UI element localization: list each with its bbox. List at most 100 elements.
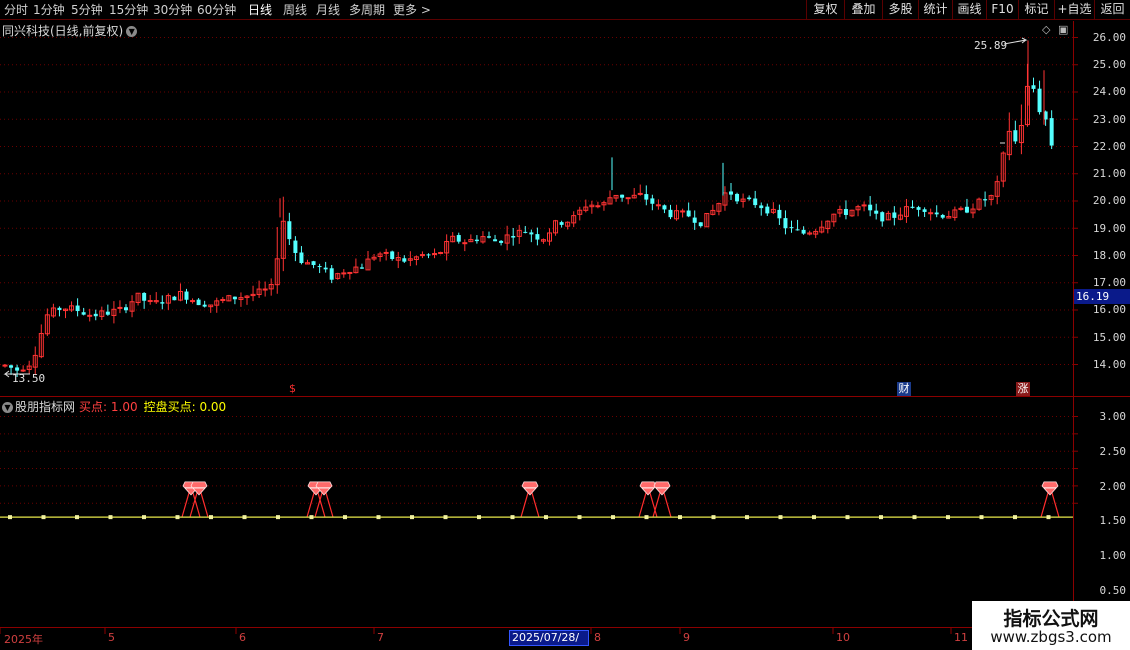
high-pointer-arrow (1003, 37, 1028, 45)
baseline-marker (611, 515, 615, 520)
candle-body (940, 215, 945, 218)
candle-body (2, 364, 8, 367)
candle-body (426, 254, 431, 256)
baseline-marker (979, 515, 984, 520)
baseline-marker (209, 515, 213, 520)
candle-body (523, 231, 528, 233)
candle-body (456, 235, 461, 242)
candle-body (311, 261, 316, 266)
baseline-marker (745, 515, 749, 520)
baseline-marker (8, 515, 12, 520)
baseline-marker (812, 515, 816, 520)
baseline-marker (41, 515, 46, 520)
candle-body (87, 314, 93, 317)
candle-body (735, 193, 740, 202)
date-label: 2025年 (4, 633, 43, 646)
baseline-marker (711, 515, 716, 520)
limit-up-mark[interactable]: 涨 (1016, 382, 1030, 396)
candle-body (759, 205, 764, 209)
stock-title: 同兴科技(日线,前复权) (2, 24, 124, 38)
candle-body (202, 304, 207, 307)
price-tick: 16.00 (1092, 303, 1126, 316)
date-label: 6 (239, 631, 246, 644)
candle-body (559, 222, 564, 225)
candle-body (783, 218, 788, 229)
candle-body (1049, 118, 1054, 146)
baseline-marker (1013, 515, 1017, 520)
baseline-marker (544, 515, 548, 520)
current-price-badge: 16.19 (1074, 289, 1130, 304)
price-tick: 18.00 (1092, 249, 1126, 262)
candle-body (287, 221, 292, 240)
date-label: 10 (836, 631, 850, 644)
indicator-tick: 0.50 (1099, 584, 1127, 597)
baseline-marker (577, 515, 582, 520)
price-tick: 22.00 (1092, 140, 1126, 153)
baseline-marker (108, 515, 113, 520)
candle-body (293, 240, 298, 254)
date-label: 5 (108, 631, 115, 644)
date-label: 7 (377, 631, 384, 644)
candle-body (595, 205, 601, 208)
candle-body (172, 296, 177, 301)
kline-chart[interactable]: 25.89 13.50 (0, 0, 1130, 650)
candle-body (15, 367, 20, 371)
control-buy-value: 控盘买点: 0.00 (143, 400, 227, 414)
date-label: 8 (594, 631, 601, 644)
candle-body (493, 239, 498, 242)
candle-body (190, 300, 196, 303)
baseline-marker (142, 515, 146, 520)
candle-body (462, 242, 468, 245)
candle-body (323, 267, 328, 270)
buy-point-value: 买点: 1.00 (79, 400, 138, 414)
candle-body (1013, 130, 1018, 142)
baseline-marker (309, 515, 314, 520)
panel-separator (0, 396, 1130, 397)
dividend-mark[interactable]: $ (289, 382, 296, 395)
candle-body (529, 232, 534, 235)
chevron-down-icon[interactable]: ▼ (2, 402, 13, 413)
candle-body (795, 229, 800, 231)
price-tick: 17.00 (1092, 276, 1126, 289)
indicator-tick: 1.00 (1099, 549, 1127, 562)
candle-body (655, 204, 661, 207)
candle-body (81, 312, 86, 315)
indicator-name[interactable]: 股朋指标网 (15, 400, 75, 414)
candle-body (329, 268, 334, 280)
candle-body (668, 209, 673, 218)
candle-body (880, 212, 885, 222)
baseline-marker (175, 515, 180, 520)
candle-body (686, 210, 691, 217)
panel-toggle-icon[interactable]: ▣ (1058, 23, 1068, 36)
candle-body (341, 272, 347, 275)
date-label: 11 (954, 631, 968, 644)
baseline-marker (343, 515, 347, 520)
chevron-down-icon[interactable]: ▼ (126, 26, 138, 37)
baseline-marker (678, 515, 682, 520)
price-tick: 14.00 (1092, 358, 1126, 371)
baseline-marker (477, 515, 481, 520)
candle-body (535, 234, 540, 240)
candle-body (874, 210, 879, 214)
grid-lines (0, 37, 1078, 634)
candle-body (892, 212, 897, 218)
candle-body (789, 227, 794, 229)
baseline-marker (845, 515, 850, 520)
candle-body (644, 194, 649, 200)
candle-body (511, 236, 516, 238)
candle-body (801, 229, 806, 234)
candle-body (474, 239, 479, 242)
candle-body (625, 197, 631, 200)
candle-body (934, 212, 939, 215)
buy-signal-series (181, 481, 1060, 518)
candle-body (20, 369, 26, 372)
candle-body (1037, 88, 1042, 113)
candle-body (75, 305, 80, 312)
watermark-url: www.zbgs3.com (990, 628, 1112, 646)
baseline-marker (912, 515, 917, 520)
financial-report-mark[interactable]: 财 (897, 382, 911, 396)
diamond-icon[interactable]: ◇ (1042, 23, 1050, 36)
candle-body (922, 209, 927, 212)
price-tick: 20.00 (1092, 194, 1126, 207)
baseline-marker (75, 515, 79, 520)
